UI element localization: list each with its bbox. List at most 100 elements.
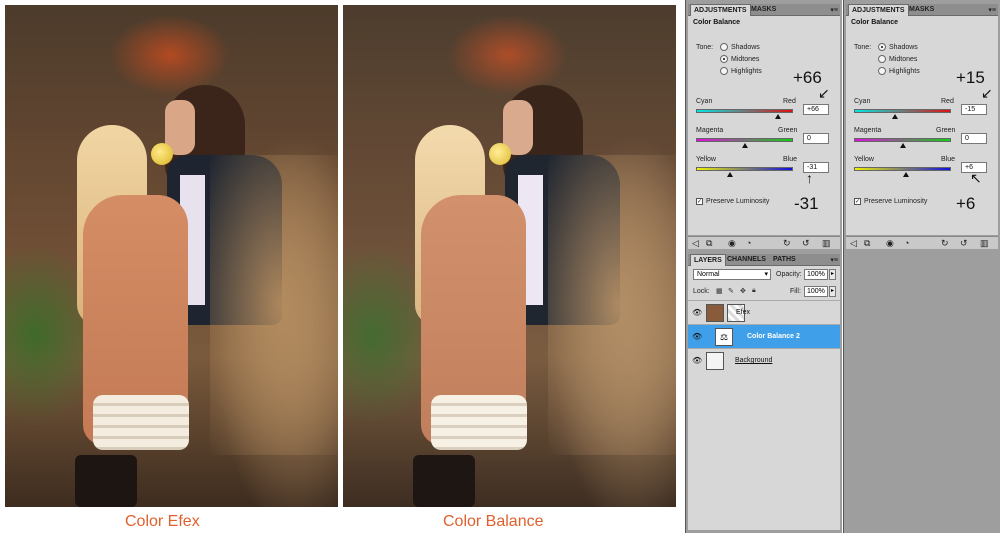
tab-adjustments[interactable]: ADJUSTMENTS (690, 4, 751, 16)
visibility-eye-icon[interactable]: ◉ (886, 238, 894, 249)
radio-shadows[interactable]: Shadows (878, 43, 918, 51)
preserve-luminosity-checkbox[interactable]: ✓ Preserve Luminosity (696, 198, 769, 205)
layers-body: Normal Opacity: 100% ▸ Lock: ▦ ✎ ✥ 🔒︎ Fi… (688, 266, 840, 530)
lock-transparency-icon[interactable]: ▦ (716, 287, 723, 295)
lock-pixels-icon[interactable]: ✎ (728, 287, 734, 295)
slider-thumb-magenta-green[interactable] (900, 143, 906, 148)
tab-masks[interactable]: MASKS (748, 4, 779, 16)
tab-layers[interactable]: LAYERS (690, 254, 726, 266)
radio-highlights[interactable]: Highlights (720, 67, 762, 75)
photo-shape (548, 155, 676, 455)
layers-menu-icon[interactable]: ▾≡ (830, 256, 838, 264)
layer-row-background[interactable]: 👁︎ Background (688, 348, 840, 372)
radio-shadows[interactable]: Shadows (720, 43, 760, 51)
caption-color-balance: Color Balance (443, 513, 544, 530)
trash-icon[interactable]: ▥ (980, 238, 989, 249)
layer-name: Efex (736, 309, 751, 316)
opacity-label: Opacity: (776, 271, 802, 278)
radio-midtones[interactable]: Midtones (878, 55, 917, 63)
radio-button[interactable] (720, 43, 728, 51)
value-cyan-red[interactable]: -15 (961, 104, 987, 115)
layer-row-efex[interactable]: 👁︎ Efex (688, 300, 840, 324)
slider-thumb-cyan-red[interactable] (892, 114, 898, 119)
photo-shape (93, 395, 189, 450)
slider-cyan-red[interactable] (854, 109, 951, 113)
adjustments-icon-strip: ◁ ⧉ ◉ ◔ ↻ ↺ ▥ (688, 236, 840, 249)
radio-button[interactable] (878, 67, 886, 75)
view-previous-icon[interactable]: ◔ (746, 238, 751, 248)
visibility-eye-icon[interactable]: ◉ (728, 238, 736, 249)
blend-mode-select[interactable]: Normal (693, 269, 771, 280)
radio-button[interactable] (720, 67, 728, 75)
checkbox[interactable]: ✓ (854, 198, 861, 205)
radio-button[interactable] (720, 55, 728, 63)
eye-icon[interactable]: 👁︎ (692, 332, 702, 341)
slider-thumb-cyan-red[interactable] (775, 114, 781, 119)
tab-adjustments[interactable]: ADJUSTMENTS (848, 4, 909, 16)
checkbox[interactable]: ✓ (696, 198, 703, 205)
clip-layer-icon[interactable]: ⧉ (706, 238, 712, 249)
eye-icon[interactable]: 👁︎ (692, 356, 702, 365)
value-magenta-green[interactable]: 0 (803, 133, 829, 144)
fill-label: Fill: (790, 288, 801, 295)
tone-label: Tone: (696, 44, 714, 51)
view-previous-icon[interactable]: ◔ (904, 238, 909, 248)
slider-cyan-red[interactable] (696, 109, 793, 113)
annotation-yellow-blue: +6 (956, 194, 976, 213)
radio-label: Midtones (889, 55, 918, 63)
eye-icon[interactable]: 👁︎ (692, 308, 702, 317)
slider-thumb-yellow-blue[interactable] (727, 172, 733, 177)
back-arrow-icon[interactable]: ◁ (692, 238, 699, 249)
arrow-icon: ↖ (970, 170, 982, 186)
radio-midtones[interactable]: Midtones (720, 55, 759, 63)
label-magenta: Magenta (854, 127, 882, 134)
photo-shape (431, 395, 527, 450)
panel-menu-icon[interactable]: ▾≡ (988, 6, 996, 14)
panel-tabbar: ADJUSTMENTS MASKS ▾≡ (688, 4, 840, 16)
clip-layer-icon[interactable]: ⧉ (864, 238, 870, 249)
screen: Color Efex Color Balance ADJUSTMENTS MAS… (0, 0, 1000, 533)
value-magenta-green[interactable]: 0 (961, 133, 987, 144)
opacity-input[interactable]: 100% (804, 269, 828, 280)
opacity-arrow-icon[interactable]: ▸ (829, 269, 836, 280)
tab-paths[interactable]: PATHS (770, 254, 799, 266)
label-blue: Blue (941, 156, 956, 163)
radio-label: Shadows (889, 43, 918, 51)
lock-position-icon[interactable]: ✥ (740, 287, 746, 295)
refresh-icon[interactable]: ↺ (960, 238, 968, 249)
slider-yellow-blue[interactable] (696, 167, 793, 171)
slider-magenta-green[interactable] (696, 138, 793, 142)
panel-menu-icon[interactable]: ▾≡ (830, 6, 838, 14)
caption-color-efex: Color Efex (125, 513, 200, 530)
radio-label: Midtones (731, 55, 760, 63)
lock-all-icon[interactable]: 🔒︎ (752, 287, 756, 295)
trash-icon[interactable]: ▥ (822, 238, 831, 249)
slider-yellow-blue[interactable] (854, 167, 951, 171)
lock-label: Lock: (693, 288, 710, 295)
photo-shape (151, 143, 173, 165)
tab-masks[interactable]: MASKS (906, 4, 937, 16)
radio-button[interactable] (878, 43, 886, 51)
preserve-luminosity-checkbox[interactable]: ✓ Preserve Luminosity (854, 198, 927, 205)
fill-input[interactable]: 100% (804, 286, 828, 297)
slider-thumb-yellow-blue[interactable] (903, 172, 909, 177)
reset-icon[interactable]: ↻ (783, 238, 791, 249)
fill-arrow-icon[interactable]: ▸ (829, 286, 836, 297)
radio-button[interactable] (878, 55, 886, 63)
layers-tabbar: LAYERS CHANNELS PATHS ▾≡ (688, 254, 840, 266)
slider-magenta-green[interactable] (854, 138, 951, 142)
slider-thumb-magenta-green[interactable] (742, 143, 748, 148)
value-cyan-red[interactable]: +66 (803, 104, 829, 115)
radio-label: Shadows (731, 43, 760, 51)
label-yellow: Yellow (696, 156, 716, 163)
label-red: Red (783, 98, 796, 105)
arrow-icon: ↙ (818, 85, 830, 101)
photo-shape (210, 155, 338, 455)
refresh-icon[interactable]: ↺ (802, 238, 810, 249)
reset-icon[interactable]: ↻ (941, 238, 949, 249)
radio-highlights[interactable]: Highlights (878, 67, 920, 75)
layer-row-color-balance-2[interactable]: 👁︎ ⚖ Color Balance 2 (688, 324, 840, 348)
adjustments-panel-1: ADJUSTMENTS MASKS ▾≡ Color Balance Tone:… (685, 0, 842, 533)
back-arrow-icon[interactable]: ◁ (850, 238, 857, 249)
tab-channels[interactable]: CHANNELS (724, 254, 769, 266)
